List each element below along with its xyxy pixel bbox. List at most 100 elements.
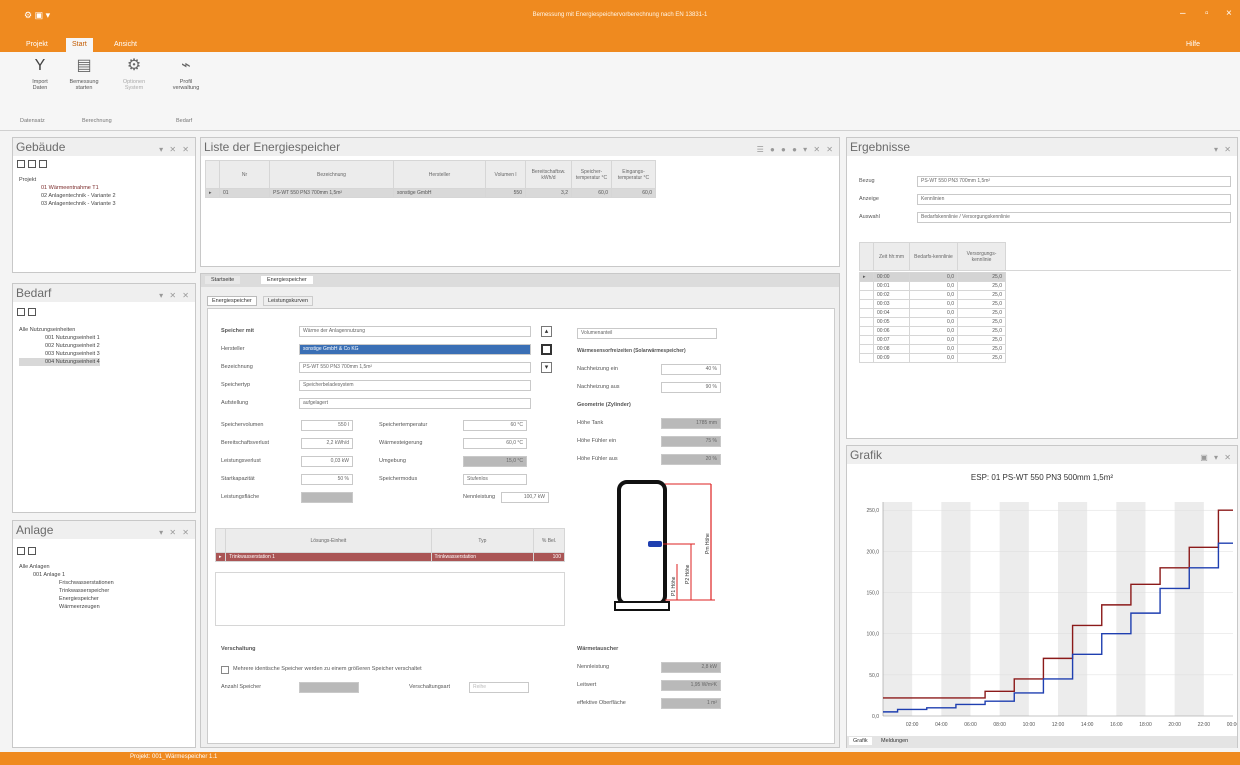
cell[interactable]: 0,0 [909, 281, 958, 291]
tree-item[interactable]: Trinkwasserspeicher [19, 587, 114, 595]
cell[interactable]: 25,0 [957, 299, 1006, 309]
auswahl-select[interactable]: Bedarfskennlinie / Versorgungskennlinie [917, 212, 1231, 223]
cell[interactable]: 00:00 [873, 272, 910, 282]
cell[interactable]: 00:08 [873, 344, 910, 354]
table-row[interactable]: 00:07 0,0 25,0 [859, 335, 1006, 345]
tab-startseite[interactable]: Startseite [205, 276, 241, 284]
cell[interactable]: 25,0 [957, 344, 1006, 354]
col-bezeichnung[interactable]: Bezeichnung [269, 160, 394, 189]
speichertyp-select[interactable]: Speicherbeladesystem [299, 380, 531, 391]
tab-projekt[interactable]: Projekt [20, 38, 54, 52]
cell[interactable]: 60,0 [571, 188, 612, 198]
cell[interactable]: 0,0 [909, 344, 958, 354]
table-row[interactable]: 00:01 0,0 25,0 [859, 281, 1006, 291]
tree-item[interactable]: 002 Nutzungseinheit 2 [19, 342, 100, 350]
speichervolumen-input[interactable]: 550 l [301, 420, 353, 431]
table-row[interactable]: ▸ Trinkwasserstation 1 Trinkwasserstatio… [214, 552, 565, 562]
tree-item[interactable]: Wärmeerzeugen [19, 603, 114, 611]
cell[interactable]: 0,0 [909, 335, 958, 345]
tab-ansicht[interactable]: Ansicht [108, 38, 143, 52]
bereitschaft-input[interactable]: 2,2 kWh/d [301, 438, 353, 449]
speichermodus-select[interactable]: Stufenlos [463, 474, 527, 485]
side-button-icon[interactable]: ▴ [541, 326, 552, 337]
col-typ[interactable]: Typ [430, 528, 535, 553]
flaeche-input[interactable]: 1 m² [661, 698, 721, 709]
tree-item[interactable]: Energiespeicher [19, 595, 114, 603]
cell[interactable]: 25,0 [957, 335, 1006, 345]
cell[interactable]: 00:03 [873, 299, 910, 309]
verschaltungsart-select[interactable]: Reihe [469, 682, 529, 693]
col-zeit[interactable]: Zeit hh:mm [873, 242, 910, 271]
cell[interactable]: 25,0 [957, 281, 1006, 291]
import-button[interactable]: Y Import Daten [18, 57, 62, 91]
col-versorgung[interactable]: Versorgungs-kennlinie [957, 242, 1006, 271]
cell[interactable]: 00:07 [873, 335, 910, 345]
copy-icon[interactable] [28, 160, 36, 168]
add-icon[interactable] [17, 308, 25, 316]
cell[interactable]: 25,0 [957, 326, 1006, 336]
leistungsverlust-input[interactable]: 0,03 kW [301, 456, 353, 467]
tree-item[interactable]: Frischwasserstationen [19, 579, 114, 587]
anzahl-input[interactable] [299, 682, 359, 693]
start-calc-button[interactable]: ▤ Bemessung starten [62, 57, 106, 91]
cell[interactable]: 25,0 [957, 272, 1006, 282]
bezug-input[interactable]: PS-WT 550 PN3 700mm 1,5m² [917, 176, 1231, 187]
panel-controls-icon[interactable]: ▾ ✕ ✕ [159, 141, 191, 159]
cell[interactable]: 00:05 [873, 317, 910, 327]
fuehler-ein-input[interactable]: 75 % [661, 436, 721, 447]
verschaltung-checkbox[interactable] [221, 666, 229, 674]
tree-item[interactable]: 03 Anlagentechnik - Variante 3 [19, 200, 116, 208]
table-row[interactable]: 00:04 0,0 25,0 [859, 308, 1006, 318]
tree-item[interactable]: 001 Nutzungseinheit 1 [19, 334, 100, 342]
ein-input[interactable]: 40 % [661, 364, 721, 375]
col-hersteller[interactable]: Hersteller [393, 160, 486, 189]
cell[interactable]: 00:04 [873, 308, 910, 318]
panel-controls-icon[interactable]: ▾ ✕ ✕ [159, 524, 191, 542]
cell[interactable]: 25,0 [957, 308, 1006, 318]
hersteller-input[interactable]: sonstige GmbH & Co KG [299, 344, 531, 355]
copy-icon[interactable] [28, 547, 36, 555]
cell[interactable]: 60,0 [611, 188, 656, 198]
cell[interactable]: Trinkwasserstation 1 [225, 552, 432, 562]
tree-item[interactable]: 004 Nutzungseinheit 4 [19, 358, 100, 366]
tab-energiespeicher[interactable]: Energiespeicher [261, 276, 313, 284]
tree-item[interactable]: Projekt [19, 176, 116, 184]
tree-item[interactable]: 01 Wärmeentnahme T1 [19, 184, 116, 192]
minimize-icon[interactable]: – [1180, 8, 1186, 19]
copy-icon[interactable] [28, 308, 36, 316]
cell[interactable]: sonstige GmbH [393, 188, 486, 198]
cell[interactable]: 00:06 [873, 326, 910, 336]
liste-toolbar-icon[interactable]: ☰ ● ● ● ▾ ✕ ✕ [757, 141, 835, 159]
panel-controls-icon[interactable]: ▾ ✕ ✕ [159, 287, 191, 305]
cell[interactable]: 25,0 [957, 290, 1006, 300]
cell[interactable]: 0,0 [909, 317, 958, 327]
profile-button[interactable]: ⌁ Profil verwaltung [164, 57, 208, 91]
side-button-icon[interactable] [541, 344, 552, 355]
cell[interactable]: 0,0 [909, 299, 958, 309]
cell[interactable]: 01 [219, 188, 270, 198]
maximize-icon[interactable]: ▫ [1205, 8, 1209, 19]
startkapazitaet-input[interactable]: 50 % [301, 474, 353, 485]
side-button-icon[interactable]: ▾ [541, 362, 552, 373]
aus-input[interactable]: 90 % [661, 382, 721, 393]
speicher-select[interactable]: Wärme der Anlagennutzung [299, 326, 531, 337]
volumenanteil-select[interactable]: Volumenanteil [577, 328, 717, 339]
tab-meldungen[interactable]: Meldungen [877, 737, 912, 745]
neuerleistung-input[interactable]: 100,7 kW [501, 492, 549, 503]
panel-controls-icon[interactable]: ▾ ✕ [1214, 141, 1233, 159]
table-row[interactable]: 00:05 0,0 25,0 [859, 317, 1006, 327]
bezeichnung-input[interactable]: PS-WT 550 PN3 700mm 1,5m² [299, 362, 531, 373]
table-row[interactable]: 00:09 0,0 25,0 [859, 353, 1006, 363]
cell[interactable]: 3,2 [525, 188, 572, 198]
aufstellung-select[interactable]: aufgelagert [299, 398, 531, 409]
cell[interactable]: Trinkwasserstation [430, 552, 535, 562]
table-row[interactable]: ▸ 00:00 0,0 25,0 [859, 272, 1006, 282]
col-bedarf[interactable]: Bedarfs-kennlinie [909, 242, 958, 271]
col-bereitschaft[interactable]: Bereitschaftsw. kWh/d [525, 160, 572, 189]
tree-item[interactable]: 001 Anlage 1 [19, 571, 114, 579]
tree-item[interactable]: 003 Nutzungseinheit 3 [19, 350, 100, 358]
table-row[interactable]: 00:02 0,0 25,0 [859, 290, 1006, 300]
cell[interactable]: 550 [485, 188, 526, 198]
tree-item[interactable]: 02 Anlagentechnik - Variante 2 [19, 192, 116, 200]
cell[interactable]: PS-WT 550 PN3 700mm 1,5m² [269, 188, 394, 198]
